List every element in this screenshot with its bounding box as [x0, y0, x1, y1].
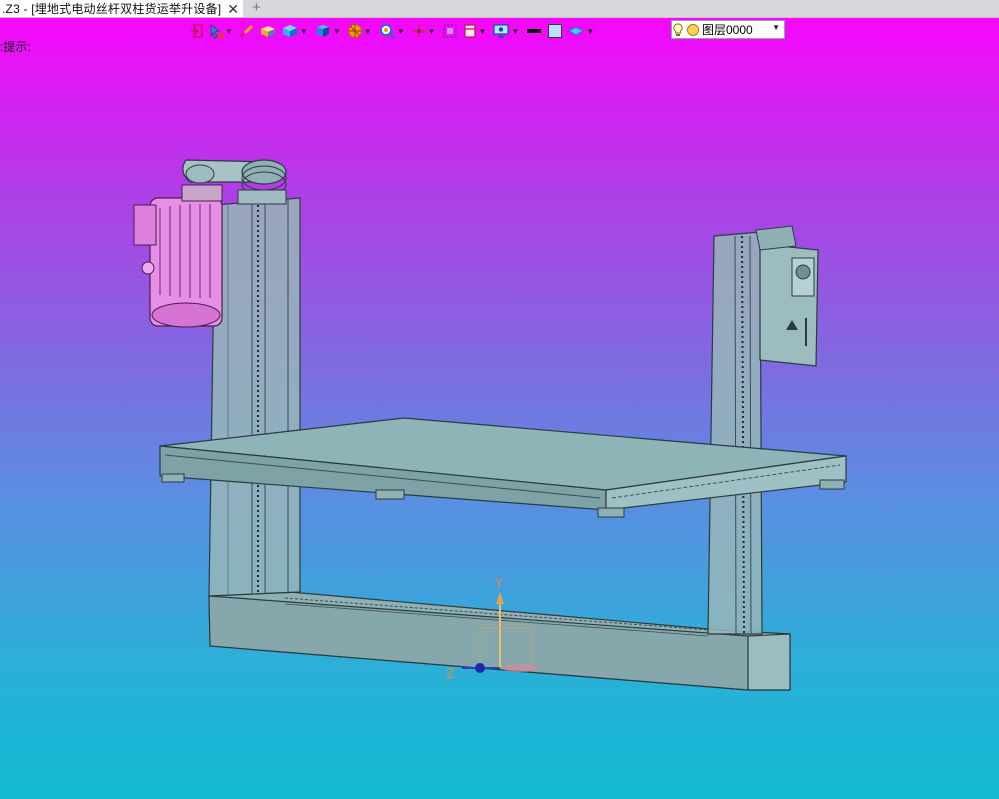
axis-label-z: Z — [446, 667, 455, 682]
motor — [133, 184, 223, 328]
right-column — [707, 225, 819, 635]
left-column — [208, 197, 301, 597]
3d-viewport[interactable]: Y Z — [0, 0, 999, 799]
axis-label-y: Y — [494, 577, 503, 592]
